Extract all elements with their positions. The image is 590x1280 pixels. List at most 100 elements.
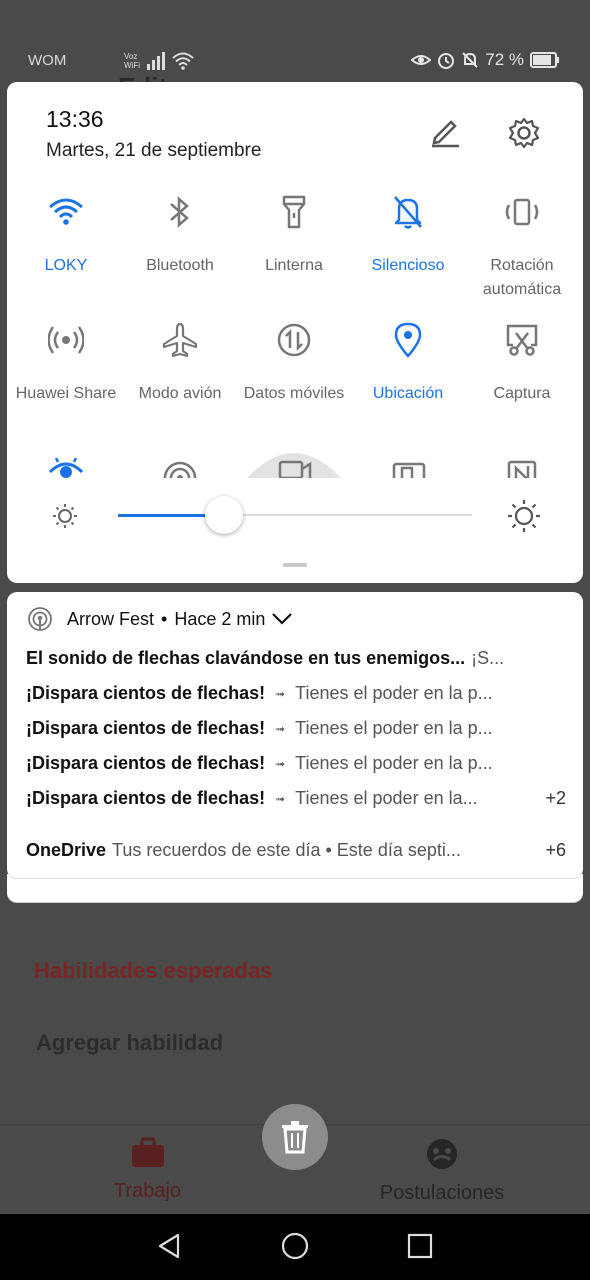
airplane-icon [162,322,198,358]
tile-screenshot[interactable]: Captura [465,318,579,406]
header-separator: • [161,608,168,629]
tile-screen-record[interactable] [237,442,351,478]
share-icon [48,326,84,354]
notification-app-name: Arrow Fest [67,608,155,629]
brightness-high-icon [507,499,541,538]
notification-line-text: ¡S... [471,648,505,668]
arrow-icon: ➟ [275,756,286,771]
tile-nfc[interactable] [465,452,579,478]
notification-arrow-fest[interactable]: Arrow Fest • Hace 2 min El sonido de fle… [7,592,583,825]
wifi-status-icon [172,52,194,70]
tile-hotspot[interactable] [123,452,237,478]
notification-line: ¡Dispara cientos de flechas! ➟ Tienes el… [26,788,566,809]
tile-airplane[interactable]: Modo avión [123,318,237,406]
briefcase-icon [131,1137,164,1167]
tile-eye-comfort[interactable] [9,452,123,478]
notification-line: ¡Dispara cientos de flechas! ➟ Tienes el… [26,718,566,739]
tile-screenshot-label: Captura [493,385,551,402]
back-button[interactable] [156,1232,182,1265]
tab-trabajo[interactable]: Trabajo [100,1137,195,1203]
chevron-down-icon[interactable] [271,612,293,626]
signal-icon [147,52,165,70]
mute-icon [462,52,478,68]
arrow-icon: ➟ [275,686,286,701]
video-icon [247,453,341,478]
notification-line-text: Tienes el poder en la p... [295,753,493,773]
notification-line-title: ¡Dispara cientos de flechas! [26,753,266,773]
notification-line-text: Tienes el poder en la... [295,788,478,808]
tile-rotation-label: Rotación automática [482,257,562,298]
notification-line: ¡Dispara cientos de flechas! ➟ Tienes el… [26,753,566,774]
notification-line: OneDrive Tus recuerdos de este día • Est… [26,840,566,861]
carrier-label: WOM [28,52,67,69]
battery-percent: 72 % [485,50,524,69]
notification-line: El sonido de flechas clavándose en tus e… [26,648,566,669]
settings-button[interactable] [507,116,541,155]
mobile-data-icon [277,323,311,357]
skills-heading: Habilidades esperadas [34,958,273,983]
location-icon [394,322,422,358]
alarm-icon [438,53,455,69]
tile-location[interactable]: Ubicación [351,318,465,406]
tab-postulaciones[interactable]: Postulaciones [372,1137,512,1205]
panel-handle[interactable] [283,563,307,567]
tab-trabajo-label: Trabajo [113,1180,182,1202]
notification-line-title: El sonido de flechas clavándose en tus e… [26,648,466,668]
quick-settings-panel: 13:36 Martes, 21 de septiembre LOKY Blue… [7,82,583,583]
status-bar: WOM Voz WiFi 72 % [0,40,590,84]
podcast-icon [28,607,52,631]
add-skill-button[interactable]: Agregar habilidad [36,1030,223,1056]
tile-projection[interactable] [351,452,465,478]
rotation-icon [505,198,539,226]
notification-line: ¡Dispara cientos de flechas! ➟ Tienes el… [26,683,566,704]
notification-count: +6 [545,840,566,860]
notification-count: +2 [545,788,566,808]
tile-airplane-label: Modo avión [138,385,222,402]
tile-wifi-label: LOKY [44,257,88,274]
trash-icon [282,1121,308,1154]
gear-icon [508,117,540,149]
tile-silent[interactable]: Silencioso [351,190,465,278]
tile-huawei-share[interactable]: Huawei Share [9,318,123,406]
tab-postulaciones-label: Postulaciones [379,1182,505,1204]
tile-flashlight-label: Linterna [265,257,323,274]
notification-time: Hace 2 min [174,608,266,629]
notification-line-text: Tienes el poder en la p... [295,718,493,738]
notification-line-title: ¡Dispara cientos de flechas! [26,683,266,703]
navigation-bar [0,1214,590,1280]
eye-comfort-icon [411,55,432,65]
tile-mobile-data-label: Datos móviles [243,385,345,402]
notification-line-title: OneDrive [26,840,107,860]
home-button[interactable] [281,1232,309,1265]
tile-bluetooth[interactable]: Bluetooth [123,190,237,278]
notification-line-text: Tus recuerdos de este día • Este día sep… [112,840,461,860]
date: Martes, 21 de septiembre [46,140,262,161]
eye-comfort-icon [48,457,84,478]
recents-button[interactable] [407,1232,433,1265]
edit-tiles-button[interactable] [427,116,461,153]
bell-off-icon [394,196,422,229]
delete-button[interactable] [262,1104,328,1170]
tile-location-label: Ubicación [372,385,444,402]
flashlight-icon [282,195,306,229]
arrow-icon: ➟ [275,791,286,806]
nfc-icon [507,460,537,478]
volte-label: Voz WiFi [124,52,140,70]
arrow-icon: ➟ [275,721,286,736]
recents-icon [407,1233,433,1259]
notification-header: Arrow Fest • Hace 2 min [27,606,293,632]
brightness-slider[interactable] [118,514,472,517]
projection-icon [392,462,426,478]
screenshot-icon [506,324,538,356]
battery-icon [530,52,559,68]
tile-mobile-data[interactable]: Datos móviles [237,318,351,406]
notification-line-title: ¡Dispara cientos de flechas! [26,718,266,738]
tile-rotation[interactable]: Rotación automática [465,190,579,302]
brightness-low-icon [51,502,79,535]
tile-flashlight[interactable]: Linterna [237,190,351,278]
tile-huawei-share-label: Huawei Share [15,385,117,402]
hotspot-icon [163,461,197,478]
home-icon [281,1232,309,1260]
brightness-slider-thumb[interactable] [205,496,243,534]
tile-wifi[interactable]: LOKY [9,190,123,278]
